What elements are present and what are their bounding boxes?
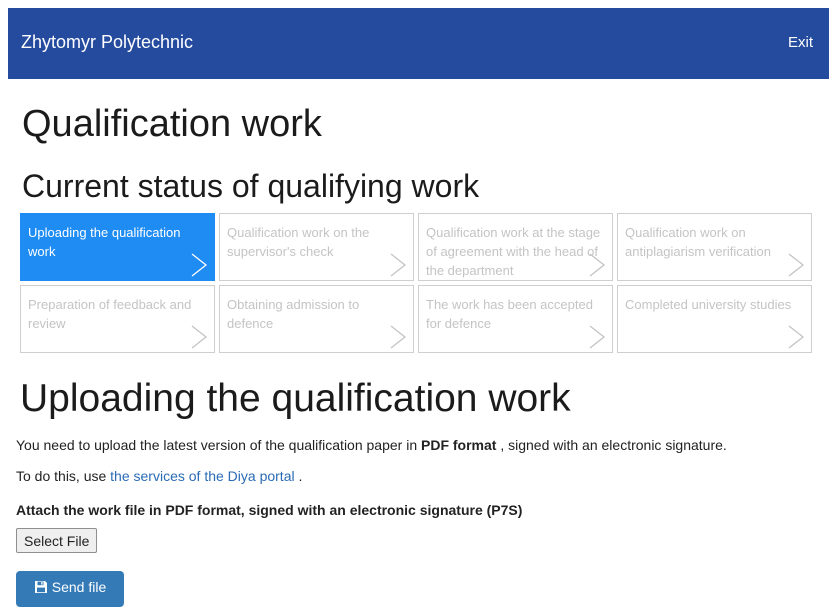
attach-file-label: Attach the work file in PDF format, sign…	[16, 502, 523, 518]
select-file-button[interactable]: Select File	[16, 528, 98, 553]
brand-title[interactable]: Zhytomyr Polytechnic	[21, 32, 193, 53]
step-label: Qualification work on the supervisor's c…	[227, 225, 370, 259]
step-label: Qualification work at the stage of agree…	[426, 225, 601, 278]
step-label: Obtaining admission to defence	[227, 297, 360, 331]
floppy-disk-icon	[34, 580, 48, 594]
diya-portal-link[interactable]: the services of the Diya portal	[110, 468, 294, 484]
diya-instruction: To do this, use the services of the Diya…	[16, 468, 302, 484]
chevron-right-icon	[588, 324, 606, 350]
step-label: Qualification work on antiplagiarism ver…	[625, 225, 771, 259]
send-file-button[interactable]: Send file	[16, 571, 124, 607]
chevron-right-icon	[787, 252, 805, 278]
step-supervisor-check[interactable]: Qualification work on the supervisor's c…	[219, 213, 414, 281]
step-label: The work has been accepted for defence	[426, 297, 593, 331]
chevron-right-icon	[588, 252, 606, 278]
top-navbar: Zhytomyr Polytechnic Exit	[8, 8, 829, 79]
instruction-text: You need to upload the latest version of…	[16, 437, 421, 453]
chevron-right-icon	[190, 324, 208, 350]
status-steps: Uploading the qualification work Qualifi…	[20, 213, 815, 353]
page-title: Qualification work	[22, 103, 322, 145]
send-file-label: Send file	[51, 579, 107, 595]
chevron-right-icon	[190, 252, 208, 278]
step-accepted[interactable]: The work has been accepted for defence	[418, 285, 613, 353]
diya-text-end: .	[294, 468, 303, 484]
step-label: Uploading the qualification work	[28, 225, 181, 259]
step-antiplagiarism[interactable]: Qualification work on antiplagiarism ver…	[617, 213, 812, 281]
chevron-right-icon	[787, 324, 805, 350]
step-uploading[interactable]: Uploading the qualification work	[20, 213, 215, 281]
step-label: Preparation of feedback and review	[28, 297, 192, 331]
chevron-right-icon	[389, 324, 407, 350]
diya-text: To do this, use	[16, 468, 111, 484]
step-label: Completed university studies	[625, 297, 792, 312]
section-title: Uploading the qualification work	[20, 377, 571, 420]
step-admission[interactable]: Obtaining admission to defence	[219, 285, 414, 353]
exit-link[interactable]: Exit	[788, 34, 813, 51]
step-feedback-review[interactable]: Preparation of feedback and review	[20, 285, 215, 353]
instruction-text-end: , signed with an electronic signature.	[496, 437, 727, 453]
upload-instruction: You need to upload the latest version of…	[16, 437, 727, 453]
pdf-format-emphasis: PDF format	[421, 437, 497, 453]
step-head-agreement[interactable]: Qualification work at the stage of agree…	[418, 213, 613, 281]
chevron-right-icon	[389, 252, 407, 278]
status-title: Current status of qualifying work	[22, 168, 480, 204]
step-completed[interactable]: Completed university studies	[617, 285, 812, 353]
